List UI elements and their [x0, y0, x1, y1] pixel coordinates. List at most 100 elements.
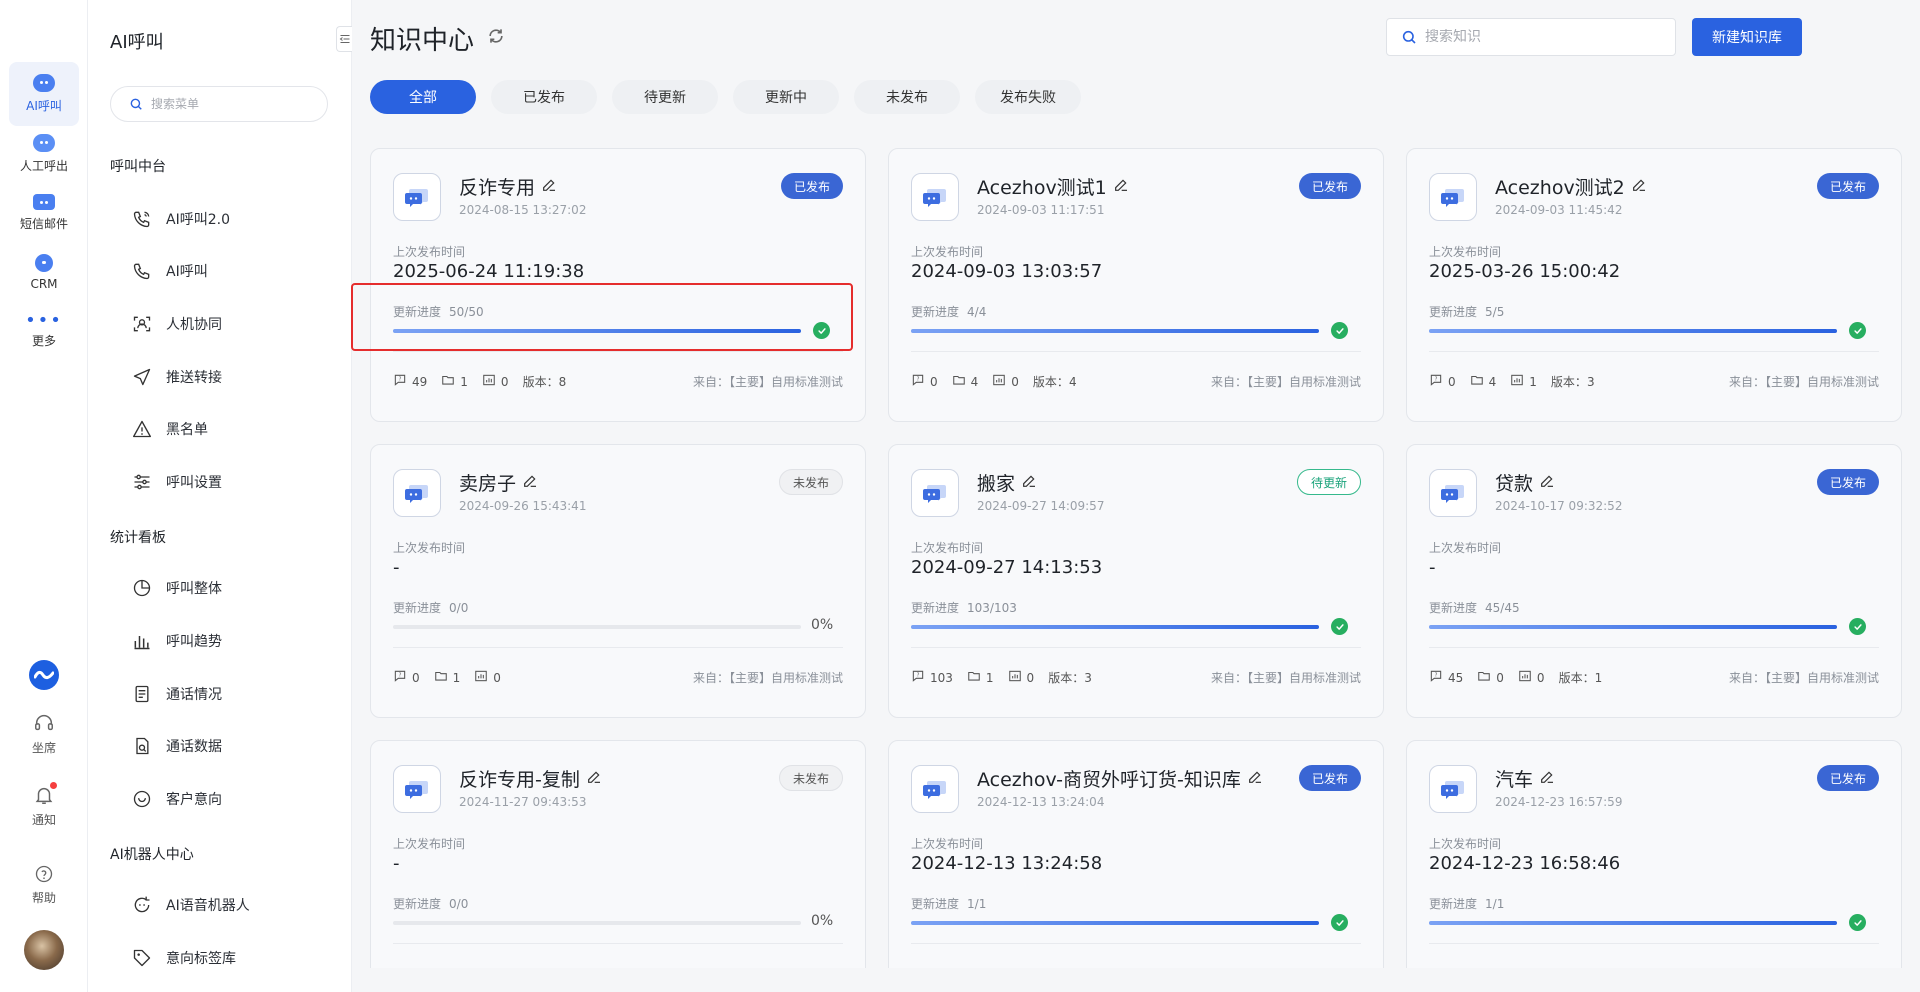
folder-value: 1: [460, 374, 468, 389]
rail-item-ai-call[interactable]: AI呼叫: [9, 62, 79, 126]
card-created-date: 2024-12-23 16:57:59: [1495, 795, 1623, 809]
brand-logo: [29, 660, 59, 690]
source-value: 【主要】自用标准测试: [1246, 671, 1361, 685]
knowledge-base-icon: [393, 173, 441, 221]
menu-item-ai-call-2[interactable]: AI呼叫2.0: [132, 204, 230, 234]
headset-icon: [35, 715, 53, 731]
card-source: 来自：【主要】自用标准测试: [693, 669, 843, 686]
chart-icon: [1008, 669, 1027, 686]
progress-label: 更新进度 50/50: [393, 303, 484, 320]
knowledge-card[interactable]: 搬家 2024-09-27 14:09:57 待更新 上次发布时间 2024-09-27…: [888, 444, 1384, 718]
send-icon: [133, 368, 151, 386]
chart-value: 0: [1536, 670, 1545, 685]
card-divider: [393, 351, 843, 352]
folder-count: 4: [952, 373, 978, 390]
edit-name-icon[interactable]: [1533, 472, 1555, 494]
wave-logo-icon: [34, 670, 54, 680]
help-icon: [35, 865, 53, 883]
smile-icon: [133, 790, 151, 808]
knowledge-card[interactable]: 卖房子 2024-09-26 15:43:41 未发布 上次发布时间 - 更新进度 0/0 0…: [370, 444, 866, 718]
menu-item-push-transfer[interactable]: 推送转接: [132, 362, 222, 392]
edit-name-icon[interactable]: [535, 176, 557, 198]
menu-item-call-situation[interactable]: 通话情况: [132, 679, 222, 709]
edit-name-icon[interactable]: [1015, 472, 1037, 494]
rail-label: 短信邮件: [19, 217, 68, 231]
menu-item-human-ai[interactable]: 人机协同: [132, 309, 222, 339]
rail-item-seat[interactable]: 坐席: [9, 712, 79, 756]
folder-icon: [967, 669, 986, 686]
card-divider: [1429, 351, 1879, 352]
ai-chat-icon: [33, 74, 55, 92]
knowledge-card[interactable]: 贷款 2024-10-17 09:32:52 已发布 上次发布时间 - 更新进度 45/45…: [1406, 444, 1902, 718]
crm-user-icon: [35, 253, 53, 272]
menu-item-ai-voice-robot[interactable]: AI语音机器人: [132, 890, 250, 920]
last-publish-time: 2025-06-24 11:19:38: [393, 261, 585, 282]
edit-name-icon[interactable]: [580, 768, 602, 790]
collapse-menu-button[interactable]: [336, 26, 352, 52]
progress-label: 更新进度 1/1: [1429, 895, 1504, 912]
rail-label: 帮助: [31, 891, 56, 905]
knowledge-card[interactable]: 反诈专用 2024-08-15 13:27:02 已发布 上次发布时间 2025-06-…: [370, 148, 866, 422]
progress-track: [911, 921, 1319, 925]
last-publish-time: 2024-12-13 13:24:58: [911, 853, 1103, 874]
progress-title: 更新进度: [911, 601, 960, 615]
rail-item-more[interactable]: ••• 更多: [9, 300, 79, 364]
progress-fill: [911, 625, 1319, 629]
menu-item-blacklist[interactable]: 黑名单: [132, 414, 208, 444]
edit-name-icon[interactable]: [1241, 768, 1263, 790]
folder-value: 1: [452, 670, 461, 685]
menu-item-label: AI呼叫2.0: [166, 212, 230, 228]
rail-item-manual-call[interactable]: 人工呼出: [9, 122, 79, 186]
edit-name-icon[interactable]: [516, 472, 538, 494]
knowledge-card[interactable]: 汽车 2024-12-23 16:57:59 已发布 上次发布时间 2024-12-23…: [1406, 740, 1902, 968]
chart-icon: [992, 373, 1011, 390]
rail-item-sms-email[interactable]: 短信邮件: [9, 181, 79, 245]
menu-item-intent-tags[interactable]: 意向标签库: [132, 943, 236, 973]
rail-item-notify[interactable]: 通知: [9, 782, 79, 828]
knowledge-card[interactable]: Acezhov测试1 2024-09-03 11:17:51 已发布 上次发布时间 20…: [888, 148, 1384, 422]
knowledge-base-icon: [1429, 173, 1477, 221]
edit-name-icon[interactable]: [1625, 176, 1647, 198]
chart-count: 0: [474, 669, 501, 686]
last-publish-label: 上次发布时间: [1429, 837, 1502, 851]
status-badge: 已发布: [1816, 173, 1879, 199]
menu-item-call-settings[interactable]: 呼叫设置: [132, 467, 222, 497]
card-source: 来自：【主要】自用标准测试: [1211, 373, 1361, 390]
complete-check-icon: [813, 322, 830, 339]
source-prefix: 来自：: [692, 375, 729, 389]
qa-count: ? 0: [393, 669, 420, 686]
main-content: 知识中心 新建知识库 全部 已发布 待更新 更新中 未发布 发布失败 反诈专用2…: [352, 0, 1920, 992]
menu-item-customer-intent[interactable]: 客户意向: [132, 784, 222, 814]
folder-icon: [441, 373, 460, 390]
notification-dot: [50, 782, 57, 789]
progress-count: 4/4: [967, 305, 987, 319]
progress-title: 更新进度: [1429, 601, 1478, 615]
card-divider: [1429, 943, 1879, 944]
menu-item-call-overall[interactable]: 呼叫整体: [132, 573, 222, 603]
card-created-date: 2024-08-15 13:27:02: [459, 203, 587, 217]
menu-search-input[interactable]: [151, 97, 301, 111]
card-divider: [911, 647, 1361, 648]
user-avatar[interactable]: [24, 930, 64, 970]
chart-icon: [474, 669, 493, 686]
menu-search[interactable]: [110, 86, 328, 122]
edit-name-icon[interactable]: [1107, 176, 1129, 198]
knowledge-card[interactable]: Acezhov测试2 2024-09-03 11:45:42 已发布 上次发布时间 20…: [1406, 148, 1902, 422]
folder-count: 1: [967, 669, 994, 686]
knowledge-card[interactable]: Acezhov-商贸外呼订货-知识库 2024-12-13 13:24:04 已发布…: [888, 740, 1384, 968]
menu-item-call-data[interactable]: 通话数据: [132, 731, 222, 761]
card-name: 卖房子: [459, 473, 517, 495]
last-publish-label: 上次发布时间: [911, 837, 984, 851]
rail-item-crm[interactable]: CRM: [9, 240, 79, 304]
qa-icon: ?: [911, 669, 930, 686]
knowledge-card[interactable]: 反诈专用-复制 2024-11-27 09:43:53 未发布 上次发布时间 - 更新进度…: [370, 740, 866, 968]
menu-item-call-trend[interactable]: 呼叫趋势: [132, 626, 222, 656]
card-divider: [911, 943, 1361, 944]
progress-count: 0/0: [449, 897, 469, 911]
edit-name-icon[interactable]: [1533, 768, 1555, 790]
menu-item-ai-call[interactable]: AI呼叫: [132, 256, 208, 286]
chart-value: 0: [1011, 374, 1019, 389]
status-badge: 已发布: [1298, 173, 1361, 199]
card-title: 卖房子: [459, 469, 538, 496]
rail-item-help[interactable]: 帮助: [9, 864, 79, 906]
